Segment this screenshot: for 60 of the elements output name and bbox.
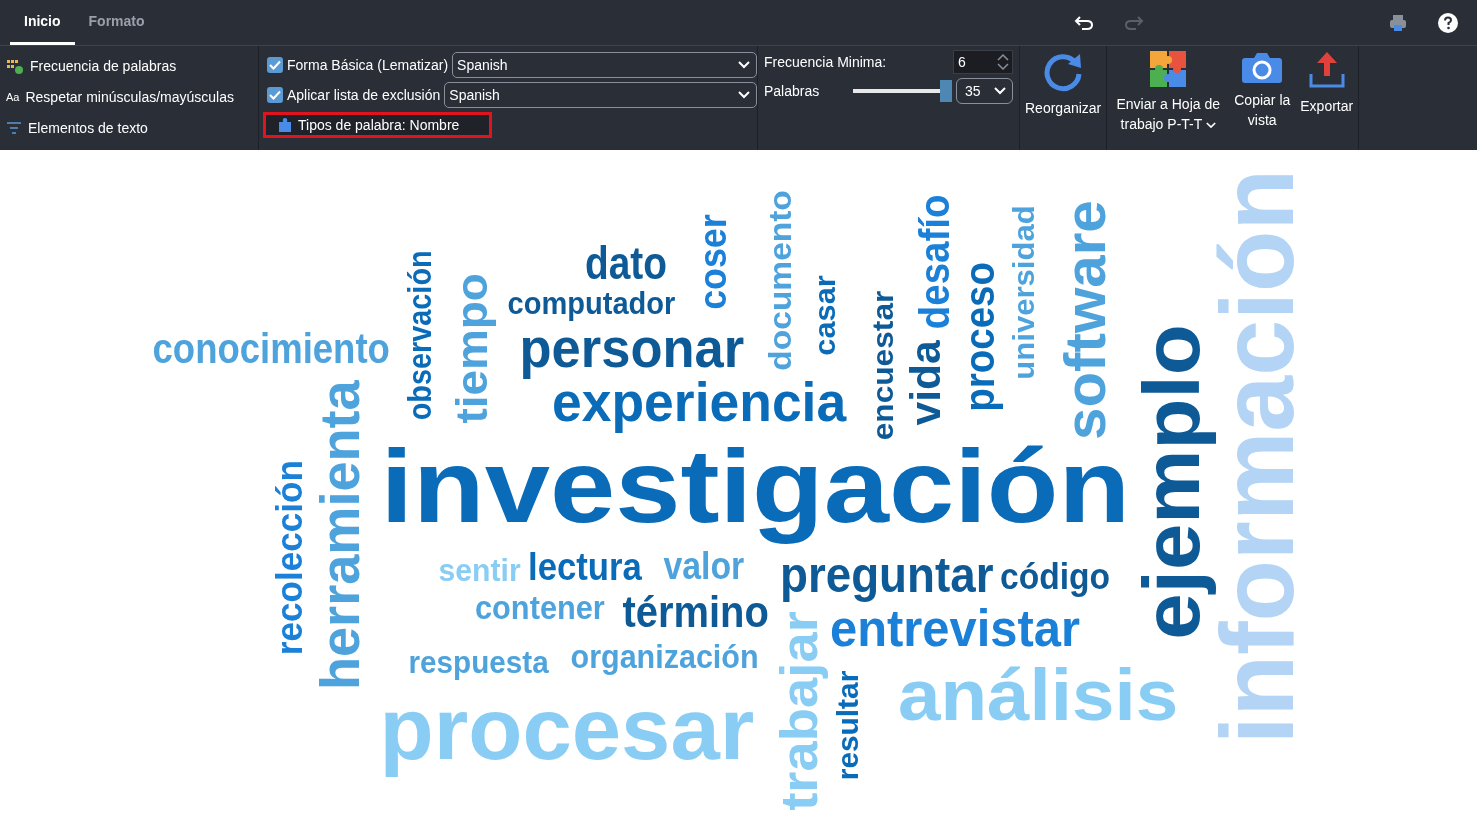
cloud-word: conocimiento — [152, 325, 390, 373]
action-button[interactable]: Copiar la vista — [1227, 46, 1298, 150]
cloud-word: dato — [585, 236, 667, 290]
checkbox[interactable] — [267, 87, 283, 103]
cloud-word: encuestar — [865, 290, 901, 440]
tab[interactable]: Formato — [74, 0, 159, 45]
camera-icon — [1241, 50, 1284, 84]
slider-label: Palabras — [764, 83, 820, 99]
cloud-word: software — [1051, 200, 1118, 441]
option-button[interactable]: Aa Respetar minúsculas/mayúsculas — [6, 89, 258, 105]
checkbox[interactable] — [267, 57, 283, 73]
cloud-word: proceso — [956, 262, 1004, 412]
checkbox-label: Forma Básica (Lematizar) — [287, 57, 449, 73]
cloud-word: resultar — [830, 670, 866, 780]
language-dropdown[interactable]: Spanish — [444, 82, 757, 108]
slider-thumb[interactable] — [940, 80, 952, 102]
cloud-word: código — [1000, 555, 1110, 597]
language-dropdown[interactable]: Spanish — [452, 52, 757, 78]
cloud-word: tiempo — [446, 272, 497, 423]
checkbox-label: Aplicar lista de exclusión — [287, 87, 441, 103]
cloud-word: contener — [475, 588, 605, 628]
cloud-word: coser — [691, 214, 736, 310]
cloud-word: vida — [901, 340, 950, 426]
word-frequency-icon — [6, 57, 24, 74]
cloud-word: desafío — [910, 194, 959, 330]
spinner-icon — [996, 53, 1010, 71]
cloud-word: respuesta — [408, 643, 549, 681]
chevron-down-icon — [994, 87, 1006, 95]
cloud-word: sentir — [438, 551, 521, 589]
help-icon — [1438, 12, 1458, 33]
cloud-word: casar — [806, 274, 842, 356]
printer-icon — [1389, 13, 1407, 32]
cloud-word: análisis — [898, 653, 1179, 737]
cloud-word: documento — [761, 189, 799, 371]
filter-icon — [6, 122, 22, 135]
action-button[interactable]: Enviar a Hoja de trabajo P-T-T — [1109, 46, 1228, 150]
option-button[interactable]: Frecuencia de palabras — [6, 57, 258, 74]
cloud-word: trabajar — [770, 611, 829, 811]
chevron-down-icon — [738, 91, 750, 99]
words-dropdown[interactable]: 35 — [956, 78, 1013, 104]
cloud-word: experiencia — [552, 370, 847, 435]
redo-icon — [1124, 15, 1144, 30]
cloud-word: organización — [570, 637, 759, 677]
cloud-word: valor — [663, 544, 745, 589]
undo-icon — [1074, 15, 1094, 30]
puzzle-icon — [1149, 50, 1188, 88]
export-icon — [1307, 50, 1346, 90]
action-button[interactable]: Reorganizar — [1022, 46, 1105, 150]
number-field[interactable]: 6 — [953, 50, 1013, 74]
chevron-down-icon — [738, 61, 750, 69]
field-label: Frecuencia Minima: — [764, 54, 887, 70]
word-types-button[interactable]: Tipos de palabra: Nombre — [263, 112, 493, 138]
case-icon: Aa — [6, 91, 20, 103]
cloud-word: preguntar — [779, 546, 993, 604]
cloud-word: observación — [400, 249, 439, 420]
option-button[interactable]: Elementos de texto — [6, 120, 258, 137]
chevron-down-icon — [1205, 122, 1216, 129]
puzzle-piece-icon — [278, 117, 292, 133]
action-button[interactable]: Exportar — [1297, 46, 1357, 150]
cloud-word: universidad — [1005, 204, 1041, 380]
